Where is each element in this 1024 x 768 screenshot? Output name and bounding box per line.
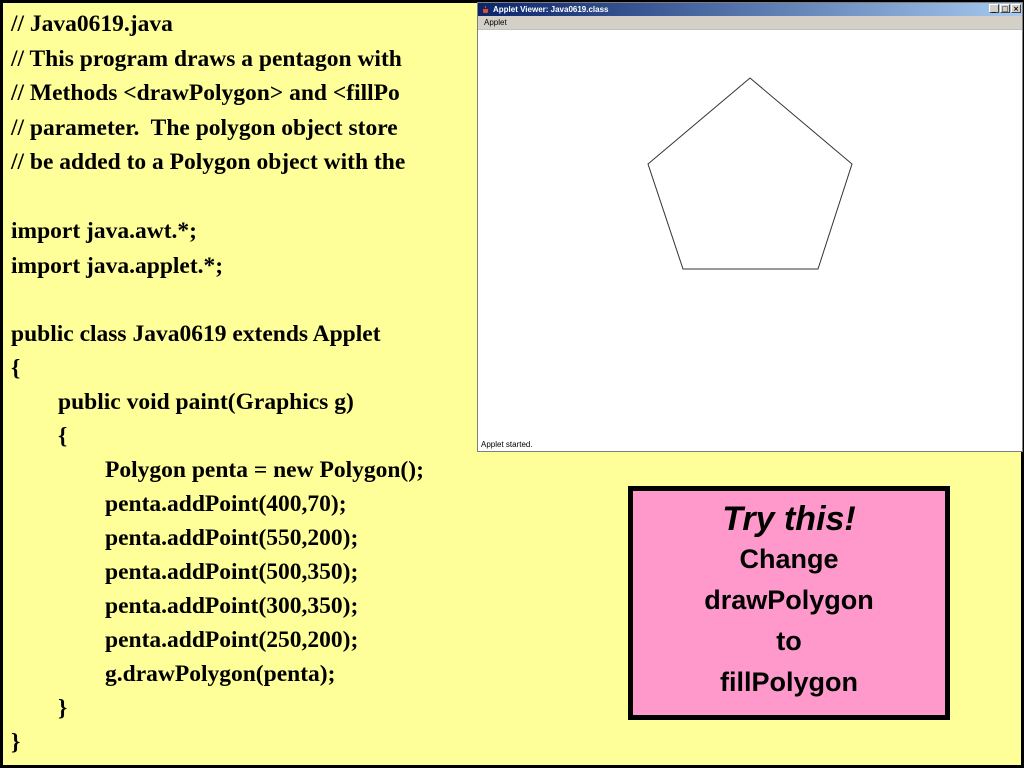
code-line: // This program draws a pentagon with [11, 46, 402, 72]
callout-line: to [776, 626, 802, 656]
code-line: // Java0619.java [11, 11, 173, 37]
code-line: { [11, 355, 21, 381]
applet-canvas [478, 30, 1022, 438]
code-line: import java.applet.*; [11, 253, 224, 279]
callout-title: Try this! [722, 500, 856, 538]
callout-line: fillPolygon [720, 667, 858, 697]
code-line: public class Java0619 extends Applet [11, 321, 381, 347]
code-line: penta.addPoint(250,200); [11, 627, 359, 653]
try-this-callout: Try this! Change drawPolygon to fillPoly… [628, 486, 950, 720]
code-line: public void paint(Graphics g) [11, 389, 354, 415]
code-line: penta.addPoint(500,350); [11, 559, 359, 585]
java-cup-icon [483, 5, 488, 13]
code-line: penta.addPoint(400,70); [11, 491, 347, 517]
status-text: Applet started. [481, 440, 533, 449]
statusbar: Applet started. [478, 438, 1022, 451]
code-line: // be added to a Polygon object with the [11, 149, 406, 175]
window-title: Applet Viewer: Java0619.class [493, 5, 609, 14]
code-line: // Methods <drawPolygon> and <fillPo [11, 80, 400, 106]
callout-line: Change [739, 544, 839, 574]
code-line: } [11, 729, 21, 755]
code-line: import java.awt.*; [11, 218, 198, 244]
code-line: Polygon penta = new Polygon(); [11, 457, 424, 483]
menubar: Applet [478, 16, 1022, 30]
pentagon [647, 77, 853, 270]
code-line: { [11, 423, 68, 449]
code-line: g.drawPolygon(penta); [11, 661, 336, 687]
code-line: penta.addPoint(300,350); [11, 593, 359, 619]
applet-viewer-window[interactable]: Applet Viewer: Java0619.class _ □ × Appl… [477, 2, 1023, 452]
code-line: } [11, 695, 68, 721]
slide: // Java0619.java // This program draws a… [0, 0, 1024, 768]
close-button[interactable]: × [1011, 4, 1021, 13]
code-line: penta.addPoint(550,200); [11, 525, 359, 551]
maximize-button[interactable]: □ [1000, 4, 1010, 13]
callout-line: drawPolygon [704, 585, 874, 615]
code-line: // parameter. The polygon object store [11, 115, 398, 141]
menu-applet[interactable]: Applet [484, 16, 507, 30]
window-titlebar[interactable]: Applet Viewer: Java0619.class _ □ × [478, 3, 1022, 16]
minimize-button[interactable]: _ [989, 4, 999, 13]
drawing-surface [647, 77, 853, 270]
